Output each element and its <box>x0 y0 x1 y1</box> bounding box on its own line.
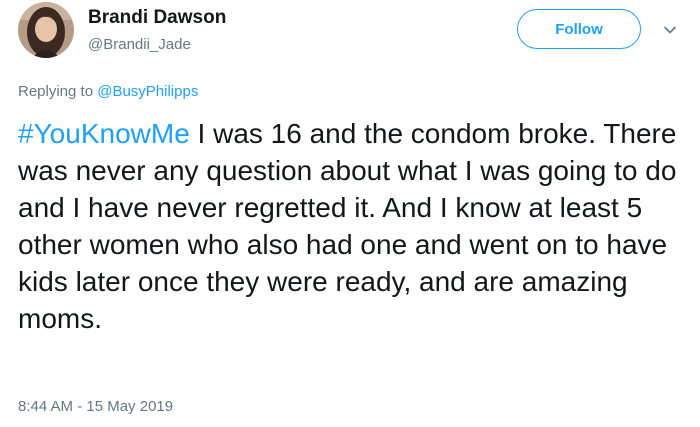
chevron-down-icon[interactable] <box>662 22 678 38</box>
author-handle[interactable]: @Brandii_Jade <box>88 36 191 53</box>
follow-button[interactable]: Follow <box>517 9 641 49</box>
reply-mention-link[interactable]: @BusyPhilipps <box>97 83 198 100</box>
avatar[interactable] <box>18 2 74 58</box>
replying-to-label: Replying to <box>18 83 98 100</box>
profile-photo-icon <box>18 2 74 58</box>
replying-to: Replying to @BusyPhilipps <box>18 83 198 100</box>
tweet-card: Brandi Dawson @Brandii_Jade Follow Reply… <box>0 0 700 427</box>
tweet-body: I was 16 and the condom broke. There was… <box>18 118 677 334</box>
tweet-text: #YouKnowMe I was 16 and the condom broke… <box>18 115 698 337</box>
author-display-name[interactable]: Brandi Dawson <box>88 7 226 29</box>
hashtag-link[interactable]: #YouKnowMe <box>18 118 190 149</box>
tweet-timestamp[interactable]: 8:44 AM - 15 May 2019 <box>18 398 173 415</box>
